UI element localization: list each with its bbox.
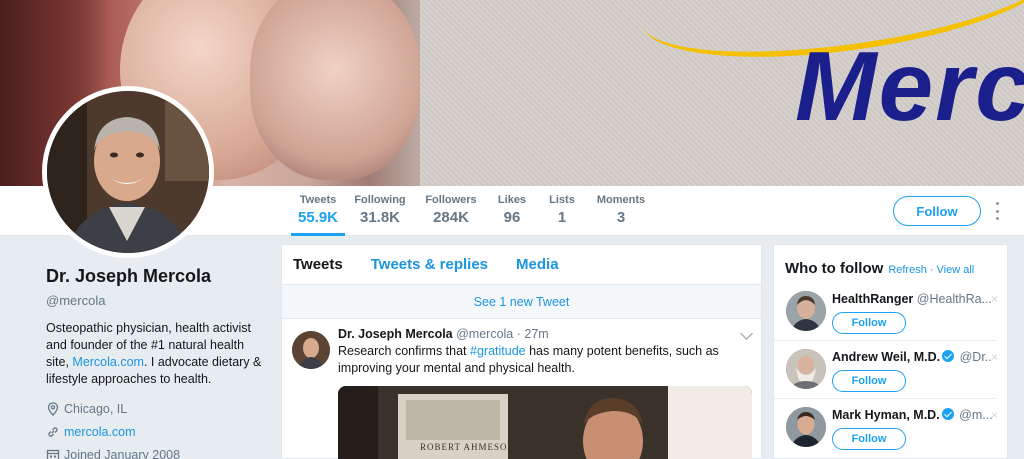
refresh-link[interactable]: Refresh xyxy=(888,264,927,276)
stat-tweets[interactable]: Tweets 55.9K xyxy=(291,194,345,236)
joined-text: Joined January 2008 xyxy=(64,448,181,459)
who-to-follow-header: Who to follow Refresh · View all xyxy=(774,245,1007,283)
stat-value: 96 xyxy=(503,209,521,226)
suggestion-avatar[interactable] xyxy=(786,407,826,447)
suggestion-handle[interactable]: @HealthRa... xyxy=(917,292,992,306)
tweet-media-image[interactable]: ROBERT AHMESON xyxy=(338,386,752,459)
stat-moments[interactable]: Moments 3 xyxy=(596,194,646,236)
suggestion-item: Mark Hyman, M.D. @m... Follow × xyxy=(774,399,998,457)
timeline: Tweets Tweets & replies Media See 1 new … xyxy=(281,244,762,459)
separator-dot: · xyxy=(929,264,934,276)
stat-label: Following xyxy=(354,194,406,206)
stat-value: 1 xyxy=(557,209,567,226)
profile-location: Chicago, IL xyxy=(46,402,266,416)
stat-lists[interactable]: Lists 1 xyxy=(548,194,576,236)
profile-info: Dr. Joseph Mercola @mercola Osteopathic … xyxy=(46,266,266,459)
stat-label: Followers xyxy=(425,194,477,206)
tweet-hashtag[interactable]: #gratitude xyxy=(470,344,526,358)
stat-value: 3 xyxy=(616,209,626,226)
link-icon xyxy=(48,427,58,437)
suggestion-name[interactable]: Andrew Weil, M.D. xyxy=(832,350,940,364)
suggestion-item: Andrew Weil, M.D. @Dr... Follow × xyxy=(774,341,998,399)
profile-handle: @mercola xyxy=(46,293,106,308)
view-all-link[interactable]: View all xyxy=(937,264,975,276)
location-pin-icon xyxy=(47,402,59,416)
tweet-header: Dr. Joseph Mercola @mercola · 27m xyxy=(338,327,751,341)
new-tweets-bar[interactable]: See 1 new Tweet xyxy=(282,285,761,319)
stat-label: Lists xyxy=(549,194,575,206)
suggestion-follow-button[interactable]: Follow xyxy=(832,370,906,392)
more-options-icon[interactable] xyxy=(994,202,1000,220)
media-caption: ROBERT AHMESON xyxy=(420,442,516,452)
stat-label: Likes xyxy=(497,194,527,206)
dismiss-icon[interactable]: × xyxy=(991,292,998,306)
stat-value: 284K xyxy=(433,209,469,226)
tab-media[interactable]: Media xyxy=(516,256,559,273)
profile-joined: Joined January 2008 xyxy=(46,448,266,459)
banner-hand-image-2 xyxy=(250,0,420,180)
tab-tweets[interactable]: Tweets xyxy=(293,256,343,273)
dismiss-icon[interactable]: × xyxy=(991,350,998,364)
tab-tweets-replies[interactable]: Tweets & replies xyxy=(371,256,488,273)
bio-link[interactable]: Mercola.com xyxy=(72,355,144,369)
tweet-avatar[interactable] xyxy=(292,331,330,369)
verified-badge-icon xyxy=(942,350,955,362)
suggestion-item: HealthRanger @HealthRa... Follow × xyxy=(774,283,998,341)
suggestion-handle[interactable]: @m... xyxy=(959,408,992,422)
suggestion-name-line: Andrew Weil, M.D. @Dr... xyxy=(832,341,992,364)
suggestion-follow-button[interactable]: Follow xyxy=(832,312,906,334)
stat-likes[interactable]: Likes 96 xyxy=(497,194,527,236)
profile-website: mercola.com xyxy=(46,425,266,439)
stat-label: Moments xyxy=(596,194,646,206)
location-text: Chicago, IL xyxy=(64,402,128,416)
suggestion-name[interactable]: HealthRanger xyxy=(832,292,913,306)
tweet-author-name[interactable]: Dr. Joseph Mercola xyxy=(338,327,453,341)
follow-button[interactable]: Follow xyxy=(893,196,981,226)
profile-name[interactable]: Dr. Joseph Mercola xyxy=(46,266,266,287)
who-to-follow-title: Who to follow xyxy=(785,260,884,277)
suggestion-avatar[interactable] xyxy=(786,291,826,331)
suggestion-avatar[interactable] xyxy=(786,349,826,389)
suggestion-name[interactable]: Mark Hyman, M.D. xyxy=(832,408,940,422)
profile-avatar[interactable] xyxy=(42,86,214,258)
tweet-timestamp[interactable]: · 27m xyxy=(517,327,549,341)
stat-following[interactable]: Following 31.8K xyxy=(354,194,406,236)
website-link[interactable]: mercola.com xyxy=(64,425,136,439)
tweet-text-start: Research confirms that xyxy=(338,344,470,358)
profile-bio: Osteopathic physician, health activist a… xyxy=(46,320,266,388)
suggestion-name-line: HealthRanger @HealthRa... xyxy=(832,283,992,306)
stat-followers[interactable]: Followers 284K xyxy=(424,194,478,236)
banner-brand-text: Merc xyxy=(795,31,1024,141)
tweet-text: Research confirms that #gratitude has ma… xyxy=(338,343,751,377)
suggestion-handle[interactable]: @Dr... xyxy=(960,350,992,364)
verified-badge-icon xyxy=(941,408,954,420)
stat-value: 55.9K xyxy=(297,209,339,226)
timeline-tabs: Tweets Tweets & replies Media xyxy=(282,245,761,285)
stat-value: 31.8K xyxy=(359,209,401,226)
who-to-follow-module: Who to follow Refresh · View all HealthR… xyxy=(773,244,1008,459)
calendar-icon xyxy=(46,449,60,459)
stat-label: Tweets xyxy=(299,194,337,206)
suggestion-follow-button[interactable]: Follow xyxy=(832,428,906,450)
suggestion-name-line: Mark Hyman, M.D. @m... xyxy=(832,399,992,422)
tweet-author-handle[interactable]: @mercola xyxy=(456,327,513,341)
tweet[interactable]: Dr. Joseph Mercola @mercola · 27m Resear… xyxy=(282,319,761,459)
dismiss-icon[interactable]: × xyxy=(991,408,998,422)
